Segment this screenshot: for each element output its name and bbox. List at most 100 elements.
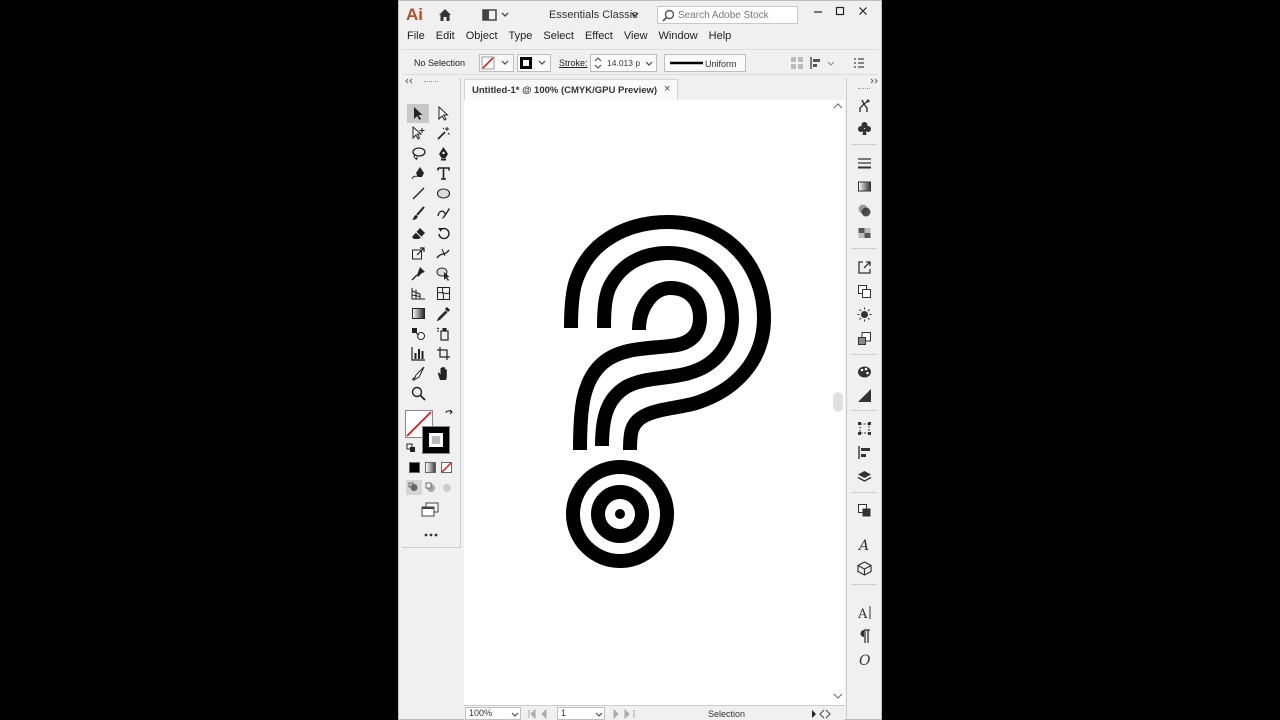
chevron-down-icon[interactable] xyxy=(631,12,639,18)
question-mark-artwork[interactable] xyxy=(464,100,845,706)
menu-select[interactable]: Select xyxy=(543,28,574,47)
zoom-level-select[interactable]: 100% xyxy=(465,707,521,720)
draw-inside-icon[interactable] xyxy=(440,481,454,495)
layers-panel-button[interactable] xyxy=(854,467,874,485)
artboards-panel-button[interactable] xyxy=(854,282,874,300)
expand-panels-icon[interactable] xyxy=(870,78,878,84)
transparency-panel-button[interactable] xyxy=(854,201,874,219)
symbols-panel-button[interactable] xyxy=(854,119,874,137)
stroke-weight-input[interactable]: 14.013 p xyxy=(590,54,657,72)
draw-normal-button[interactable] xyxy=(406,480,422,495)
pathfinder-panel-button[interactable] xyxy=(854,501,874,519)
panel-menu-icon[interactable] xyxy=(852,56,866,70)
width-tool[interactable] xyxy=(432,244,454,263)
zoom-tool[interactable] xyxy=(407,384,429,403)
curvature-tool[interactable] xyxy=(407,164,429,183)
transform-panel-button[interactable] xyxy=(854,419,874,437)
draw-behind-icon[interactable] xyxy=(424,481,438,495)
arrange-documents-icon[interactable] xyxy=(482,8,514,22)
first-prev-artboard-icon[interactable] xyxy=(526,709,556,719)
menu-file[interactable]: File xyxy=(407,28,425,47)
stroke-color-picker[interactable] xyxy=(517,54,551,72)
document-tab[interactable]: Untitled-1* @ 100% (CMYK/GPU Preview) × xyxy=(464,79,678,100)
transform-icon[interactable] xyxy=(809,56,837,70)
menu-help[interactable]: Help xyxy=(709,28,732,47)
shape-builder-tool[interactable] xyxy=(432,264,454,283)
panel-grip[interactable] xyxy=(424,81,438,84)
graphic-styles-panel-button[interactable] xyxy=(854,362,874,380)
close-document-button[interactable]: × xyxy=(664,83,670,95)
opentype-panel-button[interactable]: O xyxy=(854,650,874,668)
artboard-tool[interactable] xyxy=(432,344,454,363)
scale-tool[interactable] xyxy=(407,244,429,263)
slice-tool[interactable] xyxy=(407,364,429,383)
lasso-tool[interactable] xyxy=(407,144,429,163)
stepper-icon[interactable] xyxy=(593,55,603,71)
menu-object[interactable]: Object xyxy=(466,28,498,47)
pen-tool[interactable] xyxy=(432,144,454,163)
stroke-panel-button[interactable] xyxy=(854,154,874,172)
mesh-tool[interactable] xyxy=(432,284,454,303)
chevron-down-icon[interactable] xyxy=(645,61,653,67)
character-panel-button[interactable]: A xyxy=(854,603,874,621)
stroke-profile-picker[interactable]: Uniform xyxy=(664,54,746,72)
menu-window[interactable]: Window xyxy=(659,28,698,47)
gradient-panel-button[interactable] xyxy=(854,177,874,195)
minimize-button[interactable] xyxy=(807,2,829,20)
collapse-panel-icon[interactable] xyxy=(405,78,413,84)
eraser-tool[interactable] xyxy=(407,224,429,243)
maximize-button[interactable] xyxy=(829,2,851,20)
vertical-scroll-thumb[interactable] xyxy=(833,392,843,412)
default-fill-stroke-icon[interactable] xyxy=(406,443,416,453)
color-guide-panel-button[interactable] xyxy=(854,305,874,323)
home-icon[interactable] xyxy=(437,7,453,23)
more-tools-icon[interactable] xyxy=(423,532,439,538)
menu-edit[interactable]: Edit xyxy=(436,28,455,47)
asset-export-panel-button[interactable] xyxy=(854,329,874,347)
vertical-scrollbar[interactable] xyxy=(831,100,845,706)
align-icon[interactable] xyxy=(790,56,804,70)
character-styles-panel-button[interactable]: A xyxy=(854,535,874,553)
blend-tool[interactable] xyxy=(407,324,429,343)
shaper-tool[interactable] xyxy=(432,204,454,223)
line-segment-tool[interactable] xyxy=(407,184,429,203)
type-tool[interactable] xyxy=(432,164,454,183)
next-last-artboard-icon[interactable] xyxy=(610,709,640,719)
hand-tool[interactable] xyxy=(432,364,454,383)
gradient-mode-button[interactable] xyxy=(425,462,436,473)
stroke-swatch[interactable] xyxy=(422,426,450,454)
align-panel-button[interactable] xyxy=(854,443,874,461)
menu-type[interactable]: Type xyxy=(509,28,533,47)
paragraph-panel-button[interactable] xyxy=(854,627,874,645)
appearance-panel-button[interactable] xyxy=(854,224,874,242)
fill-color-picker[interactable] xyxy=(479,54,514,72)
chevron-down-icon[interactable] xyxy=(595,712,603,718)
menu-view[interactable]: View xyxy=(624,28,648,47)
stroke-label[interactable]: Stroke: xyxy=(559,58,588,68)
puppet-warp-tool[interactable] xyxy=(407,264,429,283)
perspective-grid-tool[interactable] xyxy=(407,284,429,303)
magic-wand-tool[interactable] xyxy=(432,124,454,143)
scroll-up-icon[interactable] xyxy=(833,102,843,110)
stock-search-input[interactable]: Search Adobe Stock xyxy=(657,6,798,24)
menu-effect[interactable]: Effect xyxy=(585,28,613,47)
change-screen-mode-icon[interactable] xyxy=(420,501,440,517)
group-selection-tool[interactable] xyxy=(407,124,429,143)
color-mode-button[interactable] xyxy=(409,462,420,473)
none-mode-button[interactable] xyxy=(441,462,452,473)
scroll-down-icon[interactable] xyxy=(833,692,843,700)
swap-fill-stroke-icon[interactable] xyxy=(444,409,454,419)
puppet-panel-button[interactable] xyxy=(854,96,874,114)
symbol-sprayer-tool[interactable] xyxy=(432,324,454,343)
rotate-tool[interactable] xyxy=(432,224,454,243)
direct-selection-tool[interactable] xyxy=(432,104,454,123)
paintbrush-tool[interactable] xyxy=(407,204,429,223)
3d-panel-button[interactable] xyxy=(854,559,874,577)
ellipse-tool[interactable] xyxy=(432,184,454,203)
export-panel-button[interactable] xyxy=(854,258,874,276)
eyedropper-tool[interactable] xyxy=(432,304,454,323)
gradient-tool[interactable] xyxy=(407,304,429,323)
artboard-number-select[interactable]: 1 xyxy=(557,707,605,720)
status-menu-icon[interactable] xyxy=(810,709,832,719)
column-graph-tool[interactable] xyxy=(407,344,429,363)
